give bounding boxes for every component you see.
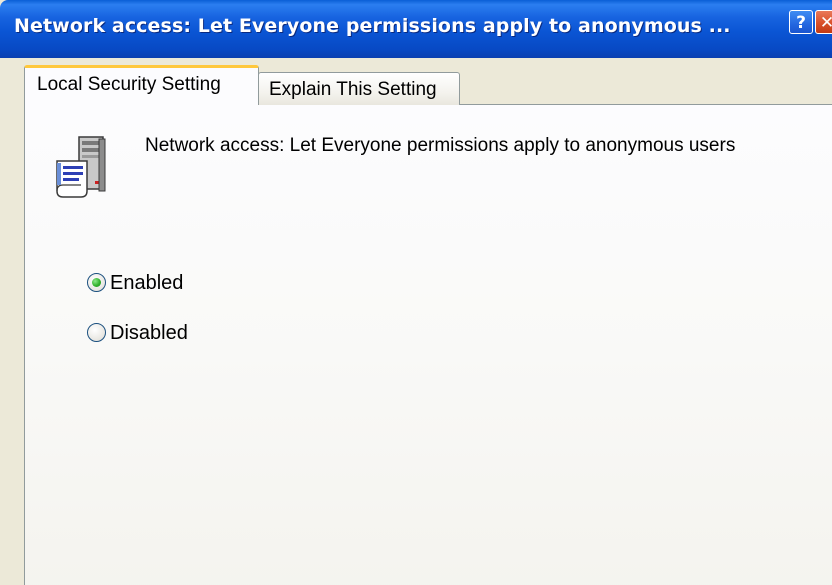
policy-title: Network access: Let Everyone permissions…	[145, 135, 736, 156]
tab-strip: Local Security Setting Explain This Sett…	[0, 58, 832, 105]
enabled-label[interactable]: Enabled	[110, 272, 183, 294]
disabled-radio[interactable]	[87, 323, 106, 343]
tab-local-security-setting[interactable]: Local Security Setting	[24, 65, 259, 105]
security-policy-server-icon	[56, 136, 106, 198]
properties-dialog: Network access: Let Everyone permissions…	[0, 0, 832, 585]
enabled-radio[interactable]	[87, 273, 106, 293]
tab-panel: Network access: Let Everyone permissions…	[24, 104, 832, 585]
title-bar[interactable]: Network access: Let Everyone permissions…	[0, 0, 832, 58]
help-button[interactable]: ?	[789, 10, 813, 34]
enabled-option[interactable]: Enabled	[87, 269, 183, 299]
disabled-option[interactable]: Disabled	[87, 319, 188, 349]
close-button[interactable]: ✕	[815, 10, 832, 34]
window-title: Network access: Let Everyone permissions…	[14, 15, 731, 37]
disabled-label[interactable]: Disabled	[110, 322, 188, 344]
tab-explain-this-setting[interactable]: Explain This Setting	[258, 72, 460, 105]
